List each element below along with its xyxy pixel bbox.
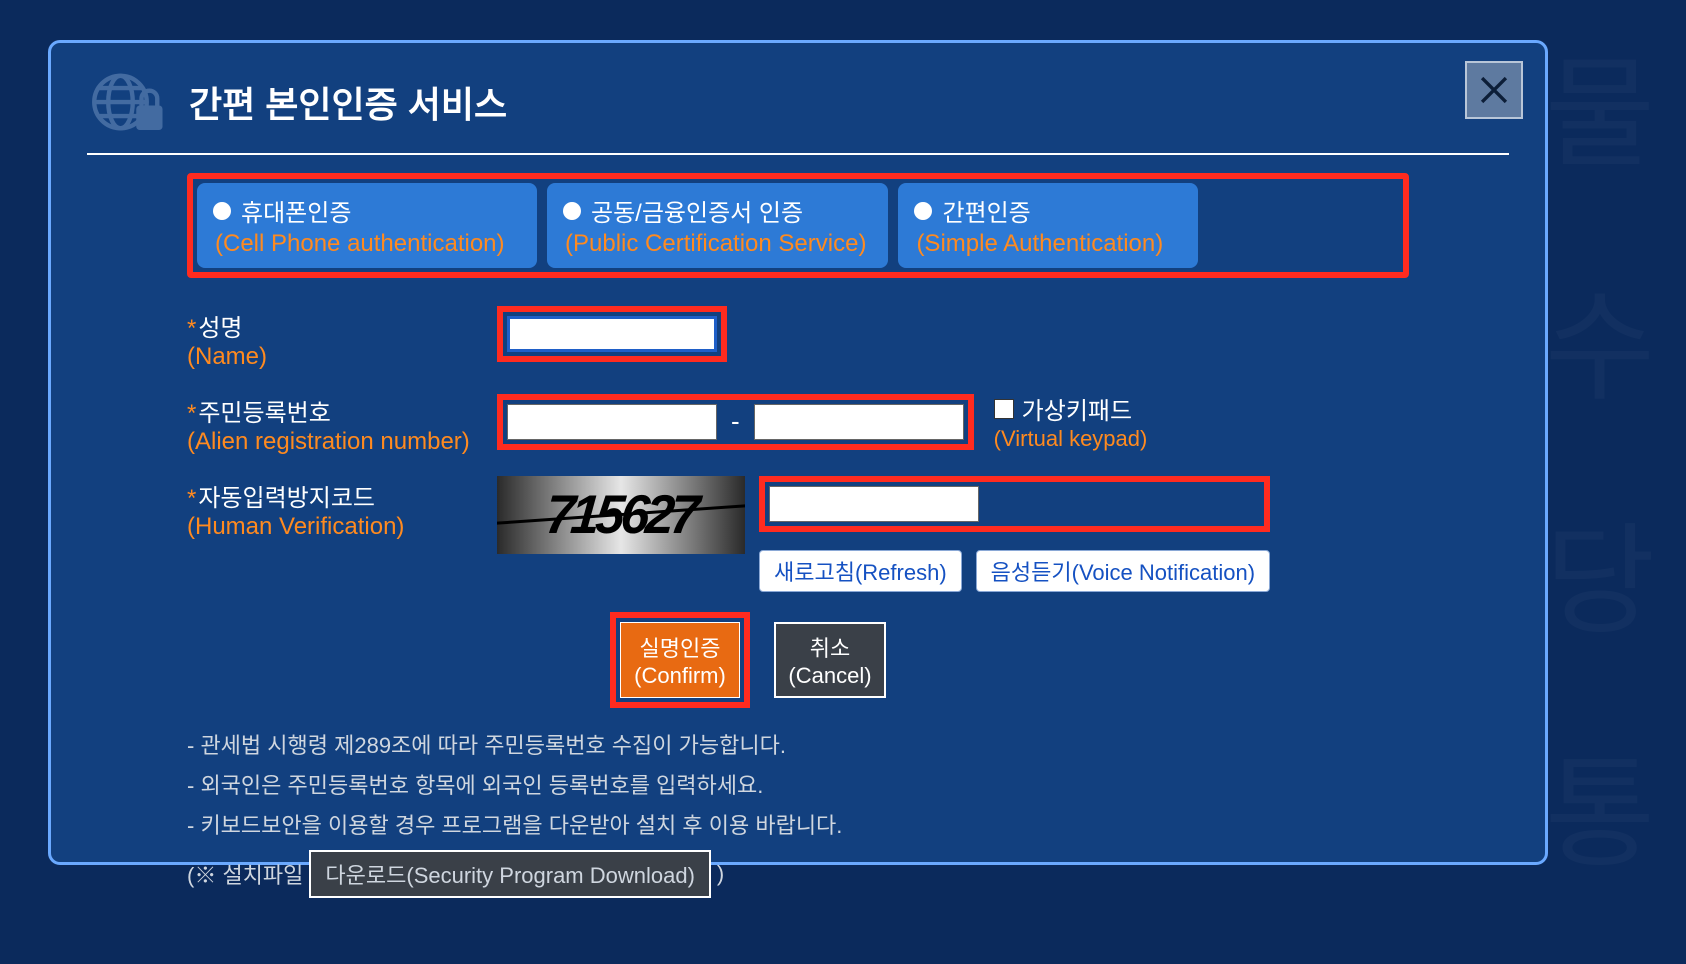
cancel-label-en: (Cancel) [788, 663, 871, 689]
globe-lock-icon [87, 67, 175, 137]
confirm-label-en: (Confirm) [634, 663, 726, 689]
voice-button[interactable]: 음성듣기(Voice Notification) [976, 550, 1270, 592]
refresh-button[interactable]: 새로고침(Refresh) [759, 550, 962, 592]
note-line: - 키보드보안을 이용할 경우 프로그램을 다운받아 설치 후 이용 바랍니다. [187, 808, 1409, 840]
captcha-image: 715627 [497, 476, 745, 554]
confirm-label-ko: 실명인증 [640, 631, 721, 663]
radio-icon [563, 202, 581, 220]
modal-header: 간편 본인인증 서비스 [87, 67, 1509, 155]
rrn-input-part2[interactable] [754, 404, 964, 440]
row-rrn: *주민등록번호 (Alien registration number) - 가상… [187, 391, 1409, 456]
note-line: - 관세법 시행령 제289조에 따라 주민등록번호 수집이 가능합니다. [187, 728, 1409, 760]
name-label-en: (Name) [187, 343, 497, 371]
note-line: - 외국인은 주민등록번호 항목에 외국인 등록번호를 입력하세요. [187, 768, 1409, 800]
tab-public-cert-auth[interactable]: 공동/금융인증서 인증 (Public Certification Servic… [547, 183, 888, 268]
tab-label-en: (Public Certification Service) [563, 230, 866, 258]
cancel-label-ko: 취소 [810, 631, 850, 663]
modal-title: 간편 본인인증 서비스 [189, 76, 507, 128]
footer-notes: - 관세법 시행령 제289조에 따라 주민등록번호 수집이 가능합니다. - … [187, 728, 1409, 840]
row-captcha: *자동입력방지코드 (Human Verification) 715627 새로… [187, 476, 1409, 592]
download-prefix: (※ 설치파일 [187, 858, 303, 890]
rrn-label-en: (Alien registration number) [187, 428, 497, 456]
action-buttons: 실명인증 (Confirm) 취소 (Cancel) [87, 612, 1409, 708]
download-row: (※ 설치파일 다운로드(Security Program Download) … [187, 850, 1409, 898]
rrn-label-ko: 주민등록번호 [198, 400, 330, 427]
download-button[interactable]: 다운로드(Security Program Download) [309, 850, 711, 898]
rrn-input-part1[interactable] [507, 404, 717, 440]
cancel-button[interactable]: 취소 (Cancel) [774, 622, 886, 698]
auth-tabs-highlight: 휴대폰인증 (Cell Phone authentication) 공동/금융인… [187, 173, 1409, 278]
rrn-dash: - [725, 406, 746, 437]
name-input[interactable] [507, 316, 717, 352]
name-input-highlight [497, 306, 727, 362]
download-suffix: ) [717, 861, 724, 887]
rrn-input-highlight: - [497, 394, 974, 450]
tab-label-ko: 간편인증 [942, 193, 1030, 228]
radio-icon [213, 202, 231, 220]
modal-content: 휴대폰인증 (Cell Phone authentication) 공동/금융인… [87, 173, 1509, 898]
tab-label-ko: 휴대폰인증 [241, 193, 351, 228]
captcha-input[interactable] [769, 486, 979, 522]
confirm-button-highlight: 실명인증 (Confirm) [610, 612, 750, 708]
virtual-keypad-label-en: (Virtual keypad) [994, 426, 1148, 452]
radio-icon [914, 202, 932, 220]
name-label-ko: 성명 [198, 315, 242, 342]
row-name: *성명 (Name) [187, 306, 1409, 371]
tab-cellphone-auth[interactable]: 휴대폰인증 (Cell Phone authentication) [197, 183, 537, 268]
virtual-keypad-label-ko: 가상키패드 [1022, 391, 1132, 426]
confirm-button[interactable]: 실명인증 (Confirm) [620, 622, 740, 698]
captcha-label-en: (Human Verification) [187, 513, 497, 541]
auth-modal: 간편 본인인증 서비스 휴대폰인증 (Cell Phone authentica… [48, 40, 1548, 865]
close-icon [1477, 73, 1511, 107]
captcha-input-highlight [759, 476, 1270, 532]
tab-simple-auth[interactable]: 간편인증 (Simple Authentication) [898, 183, 1198, 268]
captcha-label-ko: 자동입력방지코드 [198, 485, 375, 512]
virtual-keypad-checkbox[interactable] [994, 399, 1014, 419]
close-button[interactable] [1465, 61, 1523, 119]
tab-label-en: (Simple Authentication) [914, 230, 1176, 258]
tab-label-ko: 공동/금융인증서 인증 [591, 193, 803, 228]
tab-label-en: (Cell Phone authentication) [213, 230, 515, 258]
